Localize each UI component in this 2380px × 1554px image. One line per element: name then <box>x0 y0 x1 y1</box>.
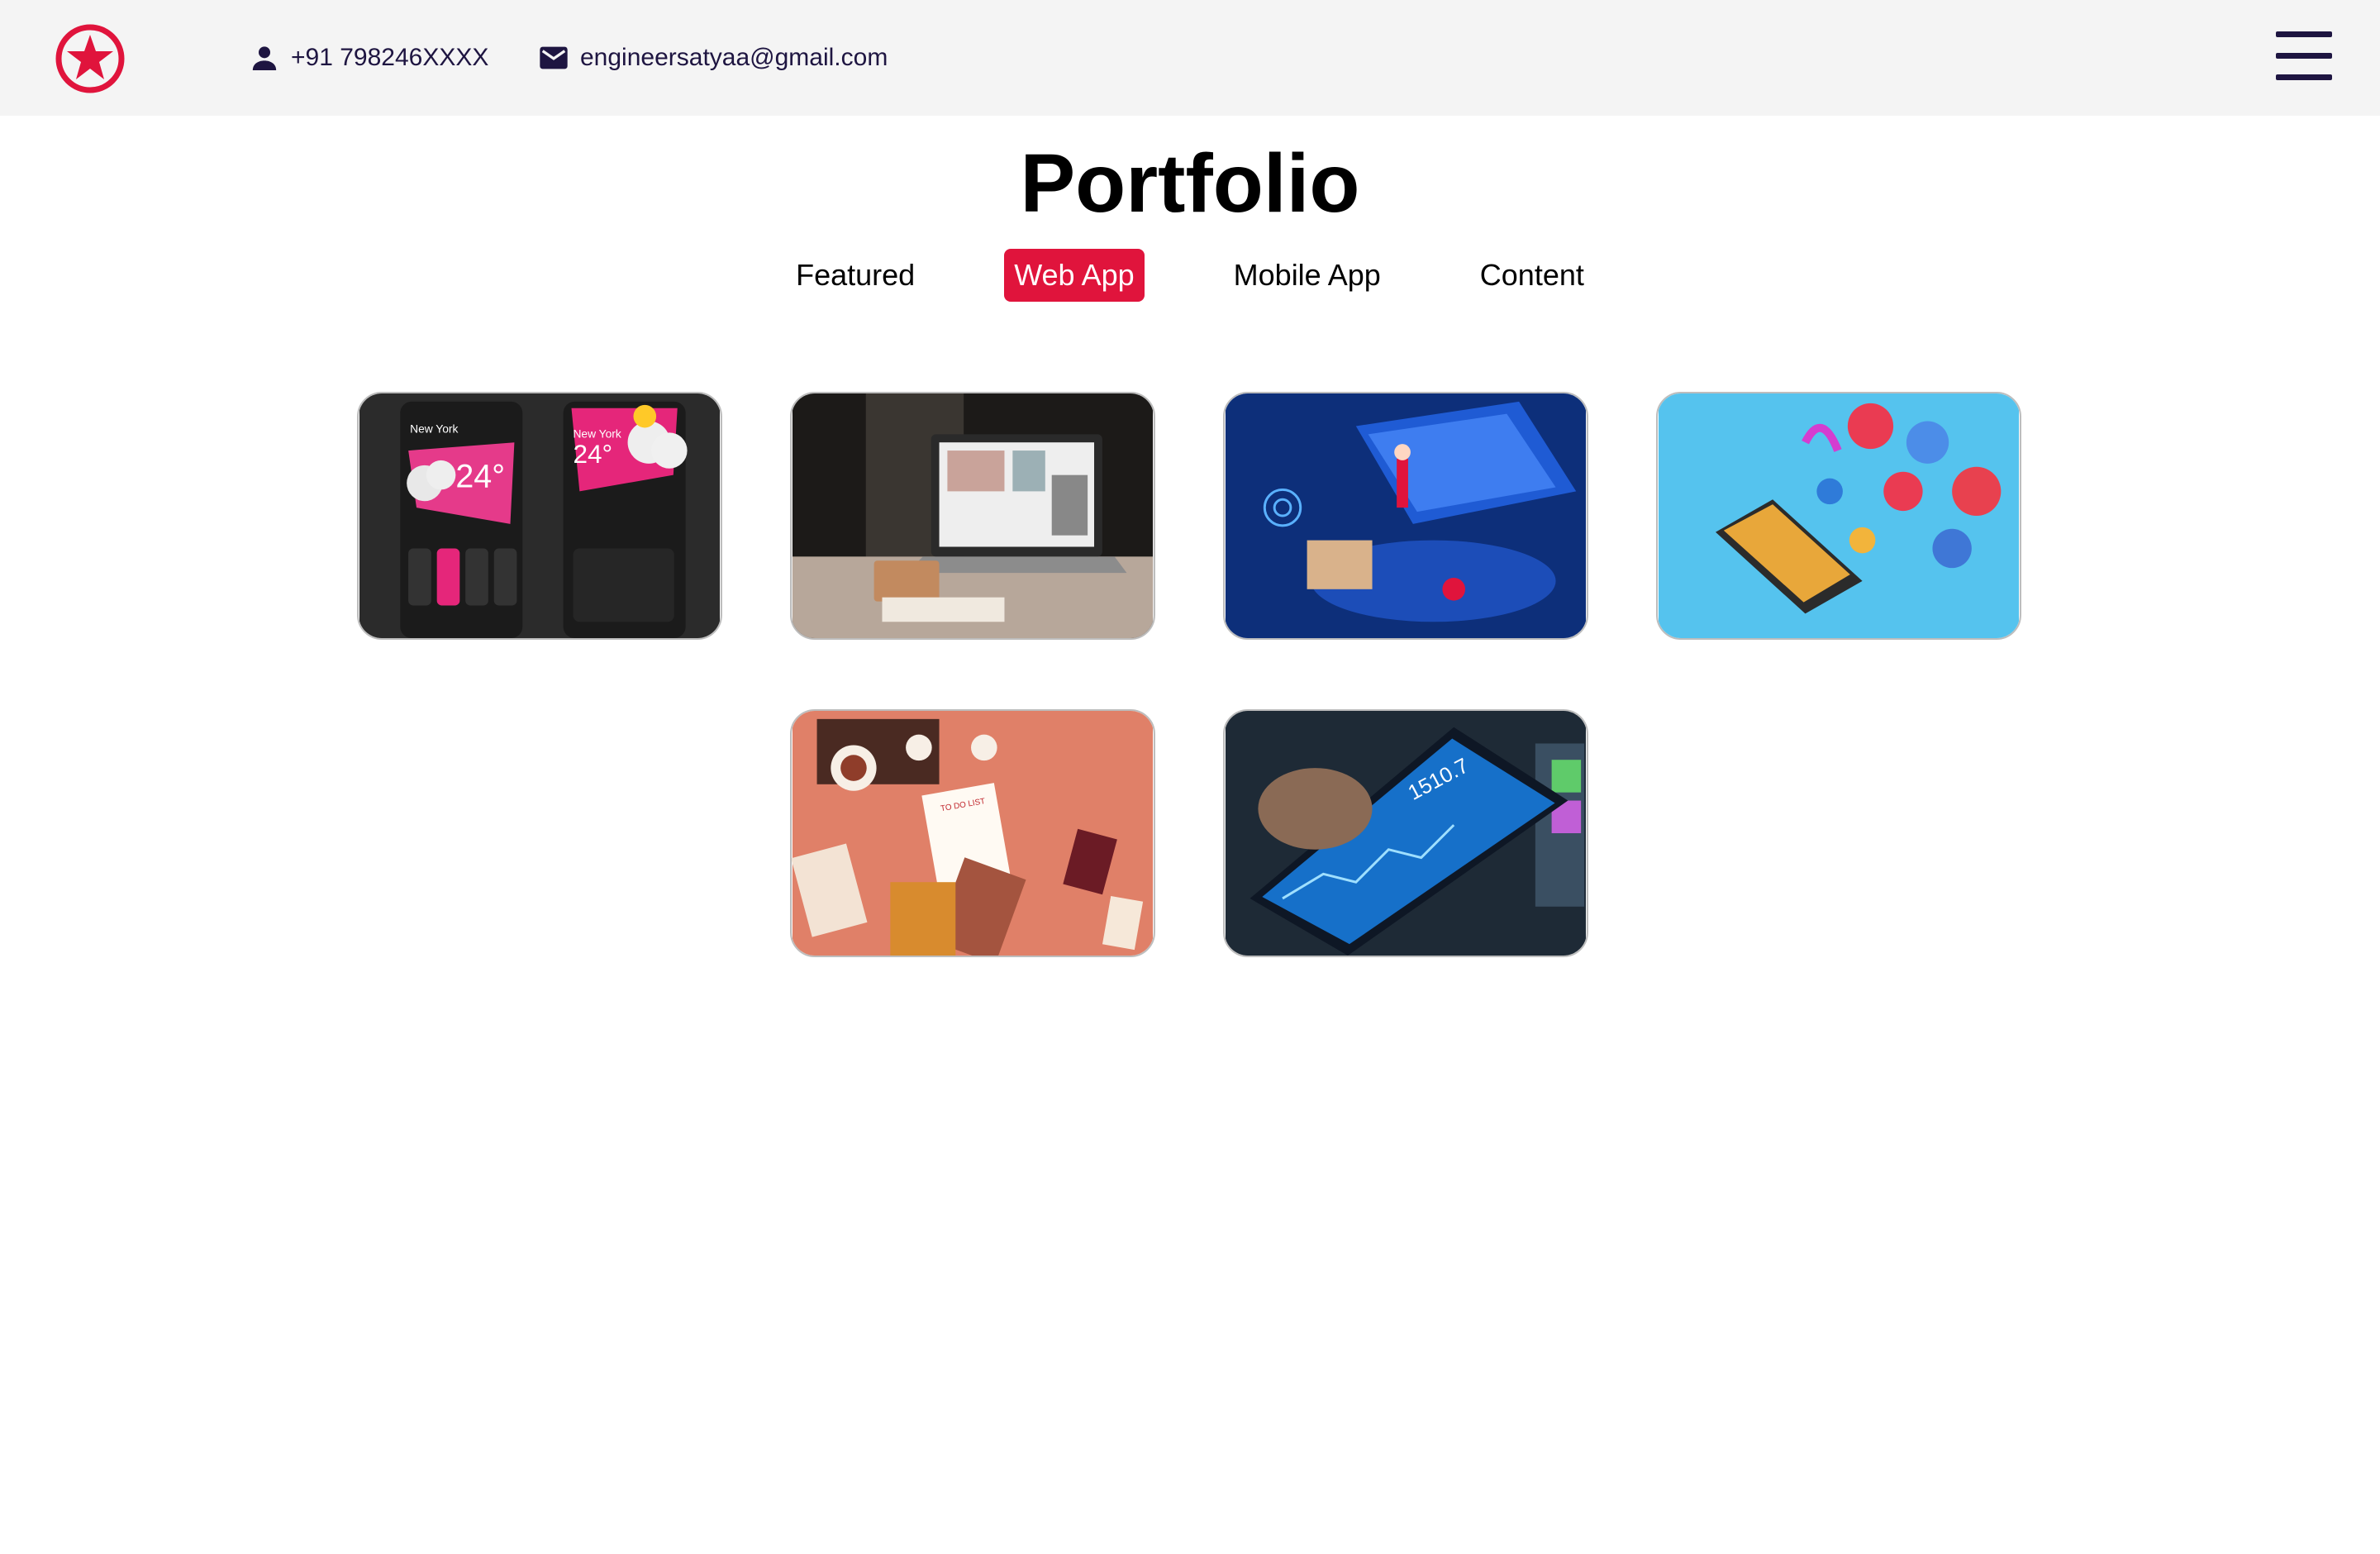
social-media-image <box>1658 393 2020 638</box>
portfolio-card-weather-app[interactable]: New York New York 24° 24° <box>357 392 722 640</box>
isometric-dashboard-image <box>1225 393 1587 638</box>
portfolio-card-laptop-desk[interactable] <box>790 392 1155 640</box>
portfolio-card-social-media[interactable] <box>1656 392 2021 640</box>
stock-trading-image: 1510.7 <box>1225 711 1587 956</box>
portfolio-card-isometric-dashboard[interactable] <box>1223 392 1588 640</box>
portfolio-grid: New York New York 24° 24° TO DO LIST 151… <box>0 0 2380 1554</box>
portfolio-card-todo-list[interactable]: TO DO LIST <box>790 709 1155 957</box>
portfolio-card-stock-trading[interactable]: 1510.7 <box>1223 709 1588 957</box>
svg-text:24°: 24° <box>573 439 612 469</box>
todo-list-image: TO DO LIST <box>792 711 1154 956</box>
laptop-desk-image <box>792 393 1154 638</box>
svg-text:24°: 24° <box>455 458 505 494</box>
weather-app-image: New York New York 24° 24° <box>359 393 721 638</box>
svg-text:New York: New York <box>410 422 458 435</box>
svg-text:New York: New York <box>573 427 621 440</box>
